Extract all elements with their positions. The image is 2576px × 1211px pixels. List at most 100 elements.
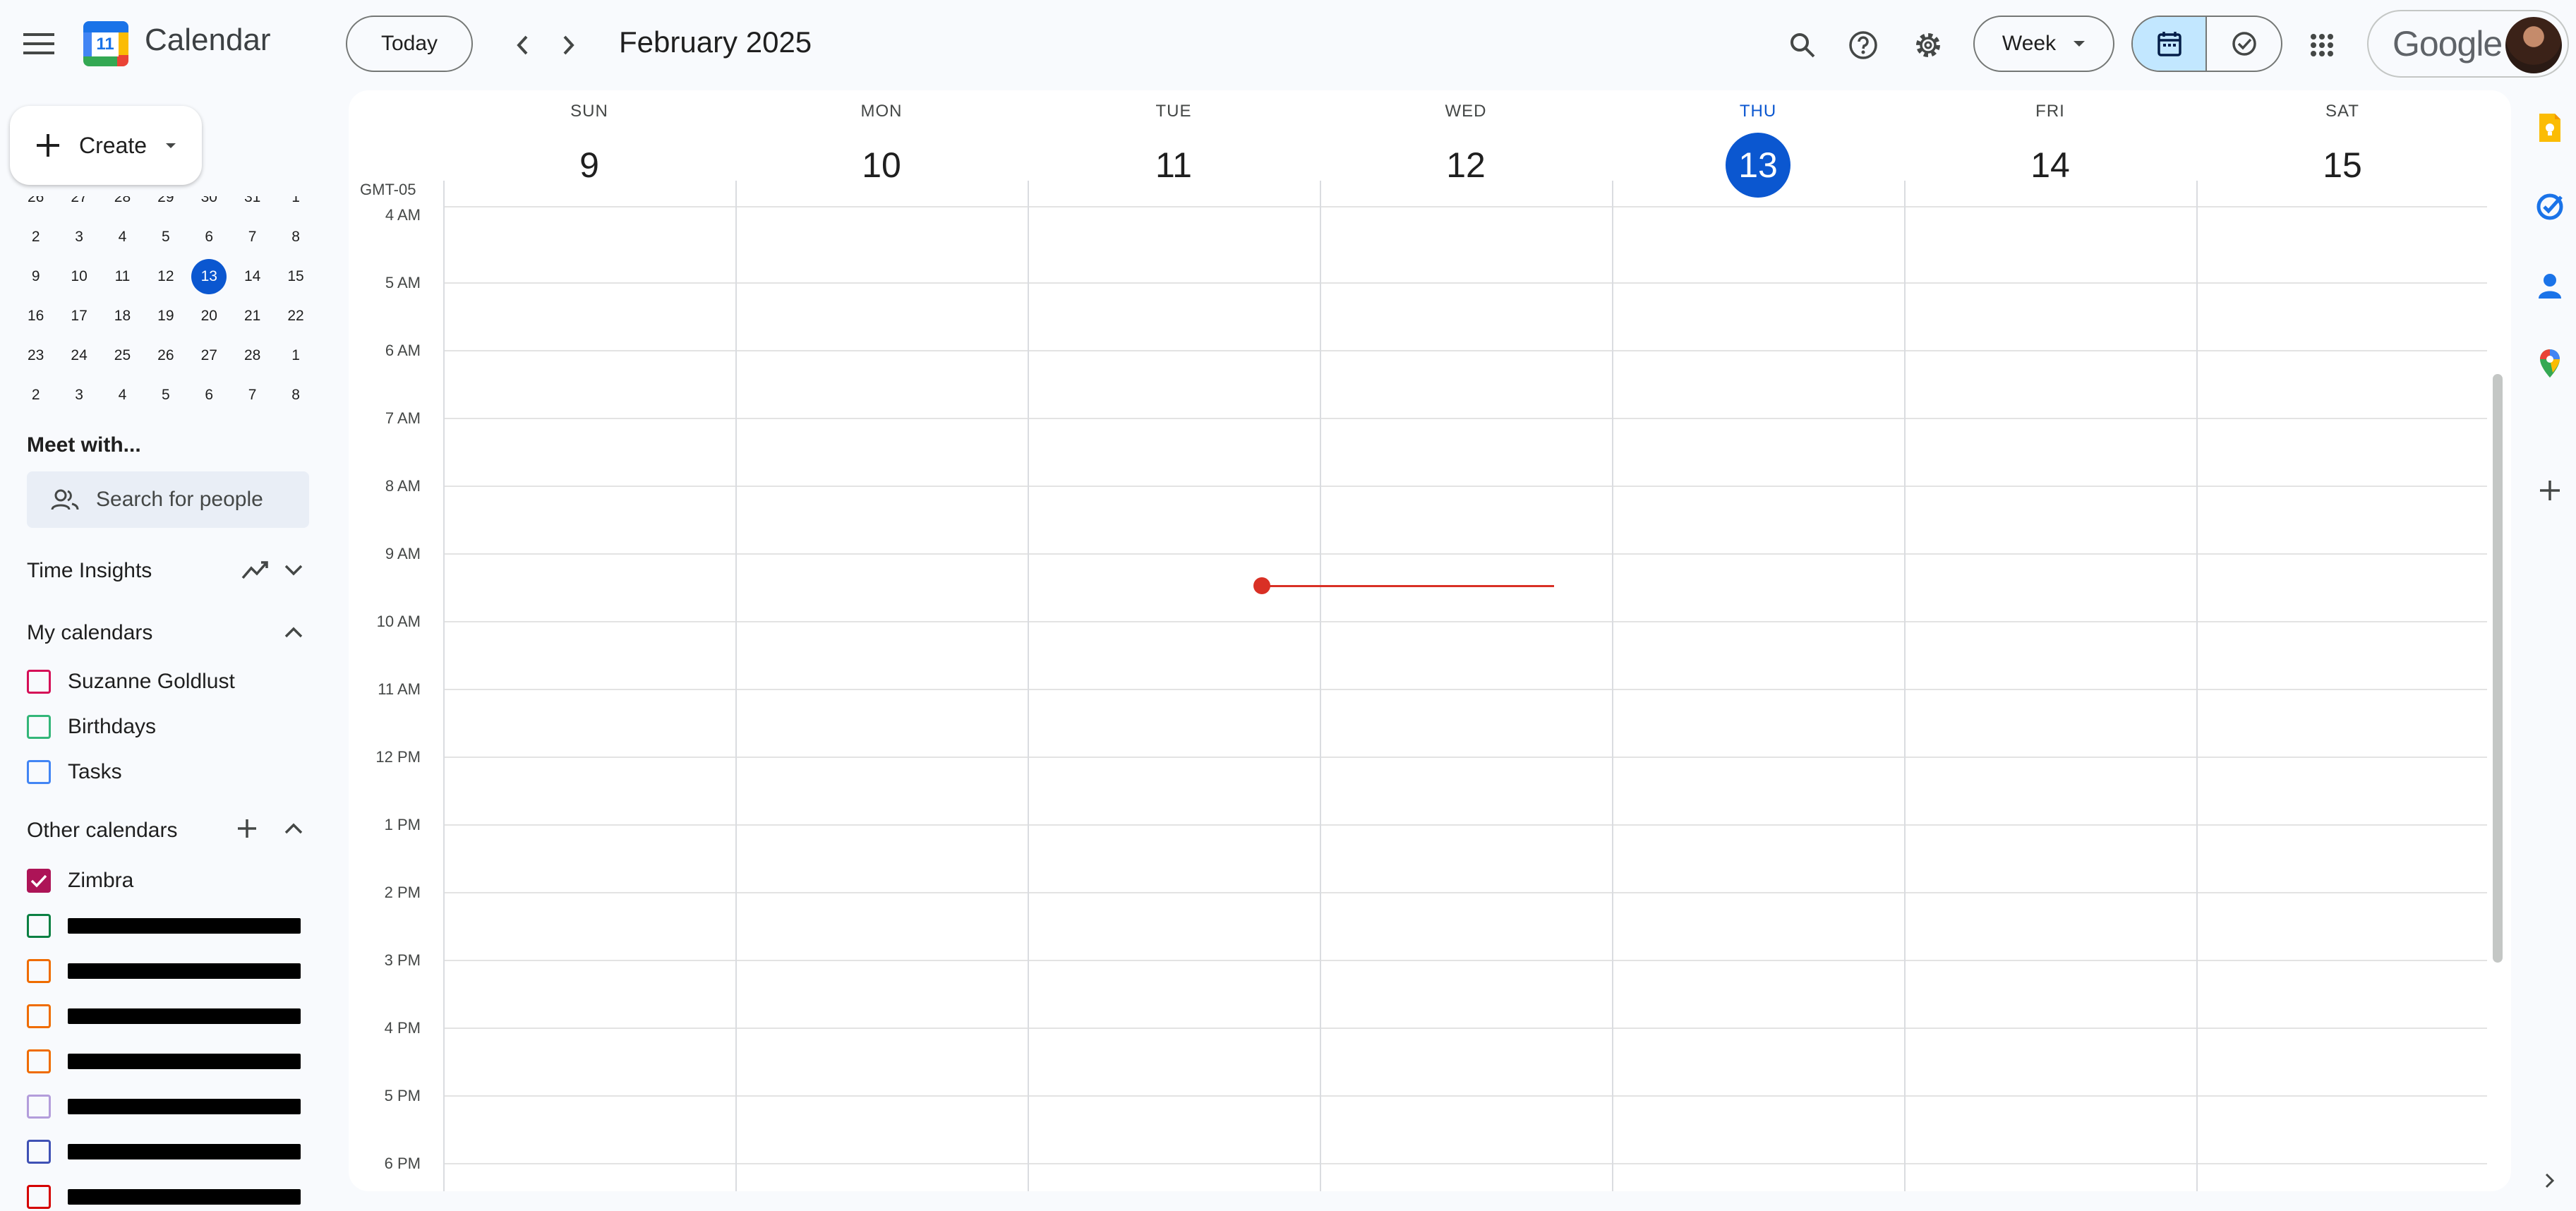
- search-button[interactable]: [1783, 25, 1822, 65]
- mini-calendar-day[interactable]: 6: [188, 217, 231, 257]
- mini-calendar-day[interactable]: 26: [14, 196, 57, 217]
- mini-calendar-day[interactable]: 18: [101, 296, 144, 336]
- main-menu-button[interactable]: [16, 23, 62, 65]
- keep-button[interactable]: [2532, 110, 2568, 145]
- other-calendars-collapse-button[interactable]: [278, 813, 309, 844]
- calendar-checkbox[interactable]: [27, 1095, 51, 1119]
- mini-calendar-day[interactable]: 11: [101, 257, 144, 296]
- calendar-checkbox[interactable]: [27, 959, 51, 983]
- mini-calendar-day[interactable]: 12: [144, 257, 187, 296]
- mini-calendar-day[interactable]: 17: [57, 296, 100, 336]
- calendar-checkbox[interactable]: [27, 1140, 51, 1164]
- mini-calendar-day[interactable]: 30: [188, 196, 231, 217]
- mini-calendar-day[interactable]: 10: [57, 257, 100, 296]
- mini-calendar-day[interactable]: 8: [274, 217, 317, 257]
- view-switcher-dropdown[interactable]: Week: [1973, 16, 2114, 72]
- mini-calendar-day[interactable]: 4: [101, 217, 144, 257]
- mini-calendar-day[interactable]: 27: [188, 336, 231, 375]
- calendar-list-item[interactable]: Tasks: [27, 758, 122, 786]
- calendar-list-item[interactable]: [27, 1183, 301, 1211]
- calendar-checkbox[interactable]: [27, 1004, 51, 1028]
- maps-button[interactable]: [2532, 346, 2568, 381]
- calendar-list-item[interactable]: Birthdays: [27, 713, 156, 741]
- tasks-view-toggle[interactable]: [2207, 17, 2281, 71]
- mini-calendar-day[interactable]: 25: [101, 336, 144, 375]
- calendar-list-item[interactable]: [27, 957, 301, 985]
- mini-calendar-day[interactable]: 7: [231, 217, 274, 257]
- mini-calendar-day[interactable]: 2: [14, 217, 57, 257]
- calendar-view-toggle[interactable]: [2133, 17, 2207, 71]
- settings-button[interactable]: [1908, 25, 1948, 65]
- mini-calendar-day[interactable]: 27: [57, 196, 100, 217]
- mini-calendar-day[interactable]: 19: [144, 296, 187, 336]
- calendar-list-item[interactable]: [27, 1138, 301, 1166]
- google-apps-button[interactable]: [2302, 25, 2342, 65]
- get-addons-button[interactable]: [2532, 473, 2568, 508]
- mini-calendar-day[interactable]: 31: [231, 196, 274, 217]
- previous-week-button[interactable]: [502, 25, 542, 65]
- mini-calendar-day[interactable]: 23: [14, 336, 57, 375]
- time-insights-trend-button[interactable]: [239, 555, 272, 586]
- calendar-checkbox[interactable]: [27, 869, 51, 893]
- mini-calendar-day[interactable]: 9: [14, 257, 57, 296]
- day-date-button[interactable]: 11: [1141, 133, 1206, 198]
- mini-calendar-day[interactable]: 28: [101, 196, 144, 217]
- mini-calendar-day[interactable]: 28: [231, 336, 274, 375]
- day-date-button[interactable]: 9: [557, 133, 622, 198]
- mini-calendar-day[interactable]: 21: [231, 296, 274, 336]
- vertical-scrollbar[interactable]: [2493, 374, 2503, 963]
- mini-calendar-day[interactable]: 3: [57, 217, 100, 257]
- mini-calendar-day[interactable]: 3: [57, 375, 100, 415]
- day-date-button[interactable]: 10: [849, 133, 914, 198]
- calendar-checkbox[interactable]: [27, 715, 51, 739]
- google-account-button[interactable]: Google: [2367, 10, 2569, 78]
- help-button[interactable]: [1843, 25, 1883, 65]
- day-column-mon[interactable]: [737, 207, 1028, 1191]
- mini-calendar-day[interactable]: 4: [101, 375, 144, 415]
- calendar-list-item[interactable]: Suzanne Goldlust: [27, 668, 235, 696]
- day-date-button[interactable]: 12: [1433, 133, 1498, 198]
- day-column-thu[interactable]: [1613, 207, 1904, 1191]
- mini-calendar-day[interactable]: 24: [57, 336, 100, 375]
- calendar-checkbox[interactable]: [27, 670, 51, 694]
- calendar-checkbox[interactable]: [27, 1049, 51, 1073]
- mini-calendar-day[interactable]: 20: [188, 296, 231, 336]
- mini-calendar-day[interactable]: 6: [188, 375, 231, 415]
- mini-calendar-day[interactable]: 5: [144, 217, 187, 257]
- today-date-button[interactable]: 13: [1726, 133, 1790, 198]
- day-column-tue[interactable]: [1029, 207, 1320, 1191]
- next-week-button[interactable]: [549, 25, 589, 65]
- calendar-list-item[interactable]: [27, 912, 301, 940]
- today-button[interactable]: Today: [346, 16, 473, 72]
- calendar-checkbox[interactable]: [27, 1185, 51, 1209]
- time-insights-expand-button[interactable]: [278, 555, 309, 586]
- mini-calendar-day[interactable]: 16: [14, 296, 57, 336]
- calendar-list-item[interactable]: [27, 1002, 301, 1030]
- expand-side-panel-button[interactable]: [2532, 1163, 2568, 1198]
- calendar-checkbox[interactable]: [27, 914, 51, 938]
- day-column-fri[interactable]: [1906, 207, 2196, 1191]
- mini-calendar-day[interactable]: 7: [231, 375, 274, 415]
- mini-calendar-day[interactable]: 22: [274, 296, 317, 336]
- day-date-button[interactable]: 14: [2018, 133, 2083, 198]
- mini-calendar-day[interactable]: 26: [144, 336, 187, 375]
- other-calendars-title[interactable]: Other calendars: [27, 819, 177, 843]
- mini-calendar-day[interactable]: 1: [274, 336, 317, 375]
- add-other-calendar-button[interactable]: [231, 813, 263, 844]
- mini-calendar-day[interactable]: 5: [144, 375, 187, 415]
- create-button[interactable]: Create: [10, 106, 202, 185]
- calendar-list-item[interactable]: Zimbra: [27, 867, 133, 895]
- mini-calendar-day[interactable]: 15: [274, 257, 317, 296]
- time-insights-title[interactable]: Time Insights: [27, 559, 152, 583]
- day-column-sun[interactable]: [445, 207, 735, 1191]
- search-people-input[interactable]: Search for people: [27, 471, 309, 528]
- mini-calendar-day[interactable]: 14: [231, 257, 274, 296]
- mini-calendar-day[interactable]: 2: [14, 375, 57, 415]
- tasks-button[interactable]: [2532, 189, 2568, 224]
- mini-calendar-day[interactable]: 8: [274, 375, 317, 415]
- mini-calendar-day[interactable]: 1: [274, 196, 317, 217]
- calendar-list-item[interactable]: [27, 1092, 301, 1121]
- calendar-checkbox[interactable]: [27, 760, 51, 784]
- mini-calendar-today[interactable]: 13: [188, 257, 231, 296]
- mini-calendar-day[interactable]: 29: [144, 196, 187, 217]
